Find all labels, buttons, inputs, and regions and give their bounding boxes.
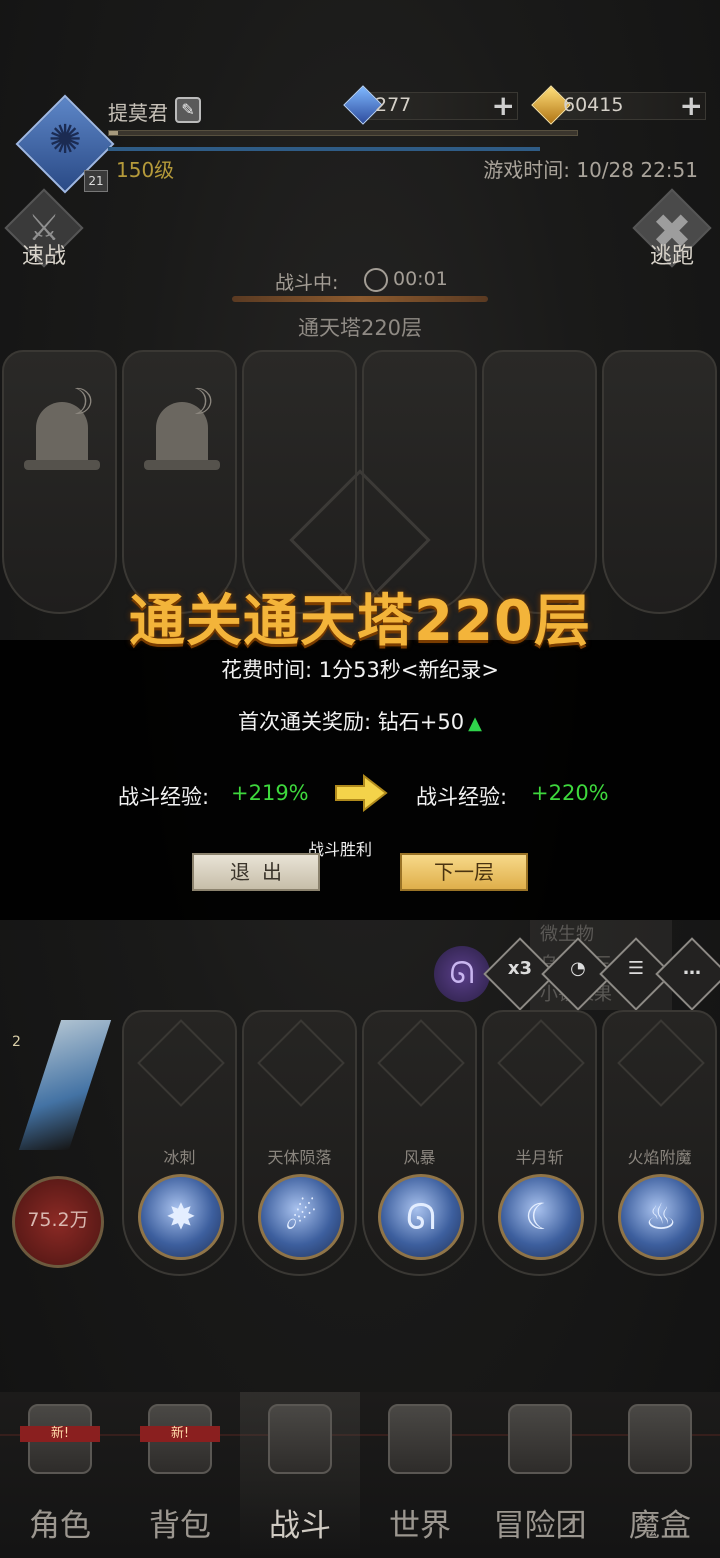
cube-icon	[628, 1404, 692, 1474]
avatar-emblem-icon: ✺	[48, 117, 82, 163]
battle-log-icon: ☰	[627, 958, 645, 979]
hero-hp-value: 75.2万	[27, 1209, 89, 1231]
dragon-pet-icon[interactable]: ᘏ	[434, 946, 490, 1002]
chat-bubble-icon: …	[683, 958, 701, 979]
nav-label: 魔盒	[629, 1508, 691, 1544]
exit-button[interactable]: 退出	[192, 853, 320, 891]
nav-label: 背包	[149, 1508, 211, 1544]
new-badge: 新!	[140, 1426, 220, 1442]
reaper-enemy-icon: ☽	[22, 382, 102, 472]
slot-emblem-icon	[497, 1019, 585, 1107]
reaper-enemy-icon: ☽	[142, 382, 222, 472]
skill-slot-ice-spike[interactable]: 冰刺 ✸	[122, 1010, 237, 1276]
nav-label: 战斗	[269, 1508, 331, 1544]
slot-emblem-icon	[617, 1019, 705, 1107]
auto-skill-icon: ◔	[570, 958, 586, 979]
nav-label: 角色	[29, 1508, 91, 1544]
edit-name-icon[interactable]: ✎	[175, 97, 201, 123]
nav-battle[interactable]: 战斗	[240, 1392, 360, 1558]
skill-name: 火焰附魔	[627, 1148, 692, 1167]
diamond-currency: 277 +	[343, 85, 518, 125]
skill-slot-meteor[interactable]: 天体陨落 ☄	[242, 1010, 357, 1276]
nav-adventure-guild[interactable]: 冒险团	[480, 1392, 600, 1558]
mana-bar	[108, 147, 540, 151]
battle-status-label: 战斗中:	[275, 272, 339, 294]
speed-label: x3	[507, 958, 533, 979]
battle-timer: 00:01	[393, 268, 448, 290]
slot-emblem-icon	[137, 1019, 225, 1107]
nav-label: 世界	[389, 1508, 451, 1544]
slot-emblem-icon	[257, 1019, 345, 1107]
nav-label: 冒险团	[493, 1508, 587, 1544]
exp-bar	[108, 130, 578, 136]
next-floor-button[interactable]: 下一层	[400, 853, 528, 891]
skill-slot-crescent[interactable]: 半月斩 ☾	[482, 1010, 597, 1276]
tower-floor-title: 通天塔220层	[297, 316, 423, 340]
exp-after-value: +220%	[531, 781, 609, 805]
gold-currency: 60415 +	[531, 85, 706, 125]
exp-after-label: 战斗经验:	[416, 785, 508, 809]
meteor-icon: ☄	[258, 1174, 344, 1260]
arrow-right-icon	[335, 774, 388, 812]
quick-battle-button[interactable]: ⚔ 速战	[4, 188, 84, 270]
play-time: 游戏时间: 10/28 22:51	[483, 158, 698, 182]
exp-before-label: 战斗经验:	[118, 785, 210, 809]
reward-text: 首次通关奖励: 钻石+50	[238, 710, 465, 734]
add-diamond-button[interactable]: +	[492, 91, 515, 121]
quick-battle-label: 速战	[21, 244, 66, 269]
victory-title: 通关通天塔220层	[129, 589, 591, 654]
ice-spike-icon: ✸	[138, 1174, 224, 1260]
victory-caption: 战斗胜利	[307, 840, 372, 859]
clear-time: 花费时间: 1分53秒<新纪录>	[220, 658, 500, 682]
skill-slot-storm[interactable]: 风暴 ᘏ	[362, 1010, 477, 1276]
skill-name: 冰刺	[163, 1148, 196, 1167]
map-scroll-icon	[388, 1404, 452, 1474]
diamond-amount: 277	[375, 94, 412, 116]
nav-magic-box[interactable]: 魔盒	[600, 1392, 720, 1558]
enemy-slot-1[interactable]: ☽	[2, 350, 117, 614]
nav-backpack[interactable]: 新! 背包	[120, 1392, 240, 1558]
flame-enchant-icon: ♨	[618, 1174, 704, 1260]
chat-line: 微生物	[540, 924, 594, 945]
skill-name: 天体陨落	[267, 1148, 332, 1167]
escape-button[interactable]: ✖ 逃跑	[632, 188, 712, 270]
castle-icon	[508, 1404, 572, 1474]
skill-name: 风暴	[403, 1148, 436, 1167]
exp-before-value: +219%	[231, 781, 309, 805]
storm-icon: ᘏ	[378, 1174, 464, 1260]
hero-count: 2	[12, 1034, 21, 1050]
first-clear-reward: 首次通关奖励: 钻石+50 ▲	[0, 706, 720, 736]
skill-slot-flame-enchant[interactable]: 火焰附魔 ♨	[602, 1010, 717, 1276]
skill-name: 半月斩	[515, 1148, 564, 1167]
player-rank-badge: 21	[84, 170, 108, 192]
player-level: 150级	[116, 158, 175, 182]
battle-progress-line	[232, 296, 488, 302]
nav-character[interactable]: 新! 角色	[0, 1392, 120, 1558]
nav-world[interactable]: 世界	[360, 1392, 480, 1558]
escape-label: 逃跑	[649, 244, 694, 269]
sword-shield-icon	[268, 1404, 332, 1474]
enemy-slot-6[interactable]	[602, 350, 717, 614]
exp-bar-fill	[109, 131, 119, 135]
game-screen: ✺ 21 提莫君 ✎ 150级 游戏时间: 10/28 22:51 277 + …	[0, 0, 720, 1558]
timer-icon	[364, 268, 388, 292]
enemy-slot-2[interactable]: ☽	[122, 350, 237, 614]
new-badge: 新!	[20, 1426, 100, 1442]
slot-emblem-icon	[377, 1019, 465, 1107]
up-arrow-icon: ▲	[468, 713, 482, 734]
add-gold-button[interactable]: +	[680, 91, 703, 121]
crescent-slash-icon: ☾	[498, 1174, 584, 1260]
enemy-slot-5[interactable]	[482, 350, 597, 614]
player-name: 提莫君	[108, 101, 168, 125]
gold-amount: 60415	[563, 94, 624, 116]
